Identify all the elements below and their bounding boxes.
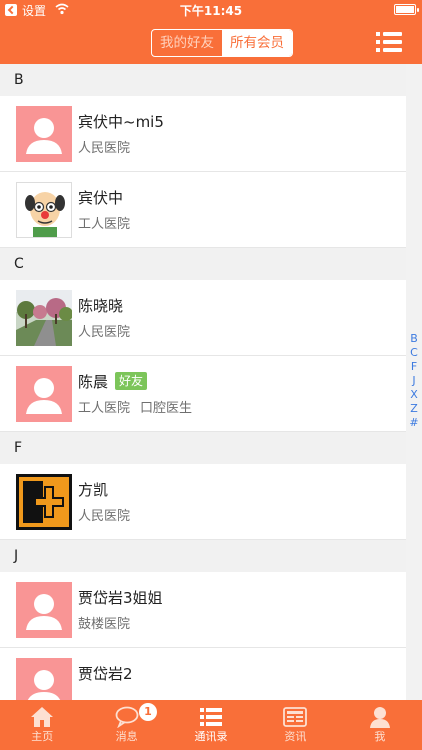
avatar [16,106,72,162]
contact-row[interactable]: 陈晓晓 人民医院 [0,280,406,356]
contact-name-text: 陈晨 [78,373,109,391]
tab-messages-label: 消息 [115,730,138,743]
section-header-j: J [0,540,406,572]
friends-segment-control: 我的好友 所有会员 [151,29,293,57]
list-menu-icon[interactable] [376,32,402,52]
index-letter[interactable]: F [406,360,422,374]
contact-hospital: 工人医院 [78,217,131,232]
contact-hospital: 人民医院 [78,325,131,340]
contact-row[interactable]: 方凯 人民医院 [0,464,406,540]
cartoon-clown-avatar-icon [17,183,71,237]
bottom-tab-bar: 主页 消息 通讯录 资讯 我 [0,700,422,750]
contact-row[interactable]: 陈晨 好友 工人医院 口腔医生 [0,356,406,432]
avatar [16,366,72,422]
tab-my-friends[interactable]: 我的好友 [152,30,222,56]
orange-plus-logo-icon [16,474,72,530]
battery-icon [394,4,419,15]
contact-name: 贾岱岩3姐姐 [78,589,163,607]
section-header-f: F [0,432,406,464]
index-letter[interactable]: # [406,416,422,430]
contact-row[interactable]: 贾岱岩3姐姐 鼓楼医院 [0,572,406,648]
person-placeholder-icon [16,582,72,638]
contact-row[interactable]: 贾岱岩2 [0,648,406,700]
avatar [16,658,72,700]
tab-all-members[interactable]: 所有会员 [222,30,292,56]
contact-name: 宾伏中~mi5 [78,113,164,131]
index-letter[interactable]: J [406,374,422,388]
alphabet-index[interactable]: B C F J X Z # [406,332,422,430]
user-icon [369,707,390,728]
contact-row[interactable]: 宾伏中 工人医院 [0,172,406,248]
contact-list-icon [200,708,223,726]
tab-news-label: 资讯 [284,730,307,743]
app: 设置 下午11:45 我的好友 所有会员 B 宾伏中~mi5 人民医院 宾伏中 … [0,0,422,750]
contact-hospital-text: 工人医院 [78,401,131,416]
contact-hospital: 工人医院 口腔医生 [78,397,192,416]
tab-contacts[interactable]: 通讯录 [169,700,253,750]
avatar [16,182,72,238]
tab-me-label: 我 [374,730,386,743]
section-header-b: B [0,64,406,96]
contact-name: 陈晨 好友 [78,371,148,392]
contact-hospital: 鼓楼医院 [78,617,131,632]
home-icon [31,707,54,727]
contact-name: 宾伏中 [78,189,124,207]
tab-me[interactable]: 我 [338,700,422,750]
person-placeholder-icon [16,106,72,162]
tab-news[interactable]: 资讯 [253,700,337,750]
index-letter[interactable]: C [406,346,422,360]
status-bar: 设置 下午11:45 [0,0,422,20]
contact-name: 贾岱岩2 [78,665,133,683]
tab-contacts-label: 通讯录 [194,730,228,743]
newspaper-icon [283,707,308,727]
index-letter[interactable]: B [406,332,422,346]
status-time: 下午11:45 [179,4,243,18]
chat-bubble-icon [115,706,139,728]
avatar [16,474,72,530]
contact-hospital: 人民医院 [78,509,131,524]
avatar [16,582,72,638]
contact-hospital: 人民医院 [78,141,131,156]
contact-name: 方凯 [78,481,109,499]
contact-department: 口腔医生 [140,401,193,416]
messages-unread-badge: 1 [139,703,157,721]
contact-row[interactable]: 宾伏中~mi5 人民医院 [0,96,406,172]
section-header-c: C [0,248,406,280]
tree-road-photo-icon [16,290,72,346]
avatar [16,290,72,346]
index-letter[interactable]: Z [406,402,422,416]
header: 设置 下午11:45 我的好友 所有会员 [0,0,422,64]
contact-name: 陈晓晓 [78,297,124,315]
tab-home-label: 主页 [31,730,54,743]
tab-home[interactable]: 主页 [0,700,84,750]
person-placeholder-icon [16,366,72,422]
friend-tag: 好友 [115,372,148,390]
contact-list[interactable]: B 宾伏中~mi5 人民医院 宾伏中 工人医院 C 陈晓晓 人民医院 陈晨 好友… [0,64,406,700]
index-letter[interactable]: X [406,388,422,402]
person-placeholder-icon [16,658,72,700]
